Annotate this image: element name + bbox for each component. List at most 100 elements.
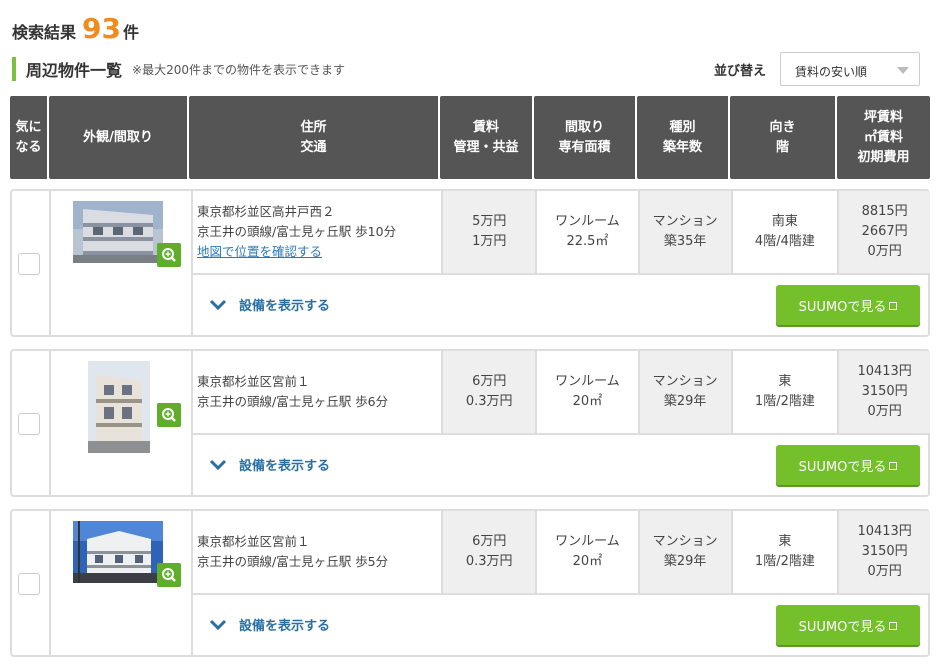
sqm-value: 3150円 bbox=[861, 544, 908, 559]
equipment-label: 設備を表示する bbox=[239, 619, 331, 634]
address-cell: 東京都杉並区高井戸西２ 京王井の頭線/富士見ヶ丘駅 歩10分 地図で位置を確認す… bbox=[193, 191, 444, 273]
result-count: 93 bbox=[82, 12, 121, 45]
initial-value: 0万円 bbox=[867, 404, 902, 419]
col-type: 種別 築年数 bbox=[637, 96, 730, 179]
col-layout: 間取り 専有面積 bbox=[534, 96, 637, 179]
fee-value: 0.3万円 bbox=[465, 394, 513, 409]
type-cell: マンション 築29年 bbox=[639, 351, 733, 433]
listing-actions: 設備を表示する SUUMOで見る bbox=[191, 435, 930, 495]
col-favorite: 気に なる bbox=[10, 96, 49, 179]
listing-details: 東京都杉並区宮前１ 京王井の頭線/富士見ヶ丘駅 歩6分 6万円 0.3万円 ワン… bbox=[191, 351, 930, 435]
area-value: 22.5㎡ bbox=[566, 234, 609, 249]
listing-actions: 設備を表示する SUUMOで見る bbox=[191, 595, 930, 655]
favorite-checkbox[interactable] bbox=[18, 413, 40, 435]
fee-value: 0.3万円 bbox=[465, 554, 513, 569]
access-text: 京王井の頭線/富士見ヶ丘駅 歩5分 bbox=[197, 554, 389, 569]
favorite-cell bbox=[12, 511, 51, 655]
show-equipment-button[interactable]: 設備を表示する bbox=[209, 455, 330, 474]
col-price: 坪賃料 ㎡賃料 初期費用 bbox=[837, 96, 930, 179]
col-address: 住所 交通 bbox=[189, 96, 440, 179]
tsubo-value: 8815円 bbox=[861, 204, 908, 219]
area-value: 20㎡ bbox=[572, 394, 603, 409]
rent-cell: 6万円 0.3万円 bbox=[443, 351, 538, 433]
floor-value: 1階/2階建 bbox=[754, 394, 815, 409]
building-photo[interactable] bbox=[88, 361, 150, 453]
chevron-down-icon bbox=[209, 459, 227, 470]
type-value: マンション bbox=[652, 534, 718, 549]
price-cell: 10413円 3150円 0万円 bbox=[839, 511, 930, 593]
suumo-button[interactable]: SUUMOで見る bbox=[776, 285, 920, 325]
listing-card: 東京都杉並区宮前１ 京王井の頭線/富士見ヶ丘駅 歩5分 6万円 0.3万円 ワン… bbox=[10, 509, 930, 657]
type-cell: マンション 築35年 bbox=[639, 191, 733, 273]
sort-control: 並び替え 賃料の安い順 bbox=[714, 52, 921, 86]
equipment-label: 設備を表示する bbox=[239, 299, 331, 314]
suumo-label: SUUMOで見る bbox=[798, 299, 887, 315]
direction-cell: 東 1階/2階建 bbox=[733, 511, 840, 593]
external-link-icon bbox=[889, 622, 898, 630]
rent-cell: 5万円 1万円 bbox=[443, 191, 538, 273]
building-photo[interactable] bbox=[73, 521, 163, 583]
favorite-checkbox[interactable] bbox=[18, 573, 40, 595]
map-link[interactable]: 地図で位置を確認する bbox=[197, 242, 322, 262]
rent-cell: 6万円 0.3万円 bbox=[443, 511, 538, 593]
external-link-icon bbox=[889, 462, 898, 470]
col-rent: 賃料 管理・共益 bbox=[440, 96, 534, 179]
layout-cell: ワンルーム 20㎡ bbox=[537, 511, 640, 593]
layout-value: ワンルーム bbox=[555, 534, 620, 549]
listing-actions: 設備を表示する SUUMOで見る bbox=[191, 275, 930, 335]
show-equipment-button[interactable]: 設備を表示する bbox=[209, 295, 330, 314]
direction-value: 東 bbox=[778, 534, 792, 549]
listing-card: 東京都杉並区宮前１ 京王井の頭線/富士見ヶ丘駅 歩6分 6万円 0.3万円 ワン… bbox=[10, 349, 930, 497]
equipment-label: 設備を表示する bbox=[239, 459, 331, 474]
result-label: 検索結果 bbox=[12, 23, 77, 42]
photo-cell bbox=[51, 351, 191, 495]
address-cell: 東京都杉並区宮前１ 京王井の頭線/富士見ヶ丘駅 歩6分 bbox=[193, 351, 444, 433]
listing-details: 東京都杉並区高井戸西２ 京王井の頭線/富士見ヶ丘駅 歩10分 地図で位置を確認す… bbox=[191, 191, 930, 275]
direction-cell: 東 1階/2階建 bbox=[733, 351, 840, 433]
access-text: 京王井の頭線/富士見ヶ丘駅 歩6分 bbox=[197, 394, 389, 409]
access-text: 京王井の頭線/富士見ヶ丘駅 歩10分 bbox=[197, 224, 397, 239]
layout-value: ワンルーム bbox=[555, 374, 620, 389]
zoom-icon[interactable] bbox=[157, 403, 181, 427]
chevron-down-icon bbox=[209, 299, 227, 310]
show-equipment-button[interactable]: 設備を表示する bbox=[209, 615, 330, 634]
layout-value: ワンルーム bbox=[555, 214, 620, 229]
chevron-down-icon bbox=[209, 619, 227, 630]
fee-value: 1万円 bbox=[472, 234, 507, 249]
direction-value: 東 bbox=[778, 374, 792, 389]
tsubo-value: 10413円 bbox=[857, 524, 912, 539]
sort-select[interactable]: 賃料の安い順 bbox=[780, 52, 921, 86]
sqm-value: 2667円 bbox=[861, 224, 908, 239]
initial-value: 0万円 bbox=[867, 564, 902, 579]
layout-cell: ワンルーム 22.5㎡ bbox=[537, 191, 640, 273]
age-value: 築29年 bbox=[663, 554, 707, 569]
sqm-value: 3150円 bbox=[861, 384, 908, 399]
tsubo-value: 10413円 bbox=[857, 364, 912, 379]
favorite-cell bbox=[12, 351, 51, 495]
col-direction: 向き階 bbox=[730, 96, 837, 179]
floor-value: 1階/2階建 bbox=[754, 554, 815, 569]
section-accent-bar bbox=[12, 57, 16, 81]
direction-cell: 南東 4階/4階建 bbox=[733, 191, 840, 273]
address-text: 東京都杉並区宮前１ bbox=[197, 534, 310, 549]
favorite-checkbox[interactable] bbox=[18, 253, 40, 275]
suumo-label: SUUMOで見る bbox=[798, 459, 887, 475]
suumo-button[interactable]: SUUMOで見る bbox=[776, 445, 920, 485]
table-header: 気に なる 外観/間取り 住所 交通 賃料 管理・共益 間取り 専有面積 種別 築年数 向… bbox=[10, 96, 930, 179]
suumo-button[interactable]: SUUMOで見る bbox=[776, 605, 920, 645]
age-value: 築35年 bbox=[663, 234, 707, 249]
initial-value: 0万円 bbox=[867, 244, 902, 259]
chevron-down-icon bbox=[897, 67, 910, 74]
result-unit: 件 bbox=[122, 23, 139, 42]
section-note: ※最大200件までの物件を表示できます bbox=[132, 62, 345, 77]
sort-value: 賃料の安い順 bbox=[795, 65, 868, 79]
building-photo[interactable] bbox=[73, 201, 163, 263]
zoom-icon[interactable] bbox=[157, 563, 181, 587]
price-cell: 8815円 2667円 0万円 bbox=[839, 191, 930, 273]
suumo-label: SUUMOで見る bbox=[798, 619, 887, 635]
zoom-icon[interactable] bbox=[157, 243, 181, 267]
address-text: 東京都杉並区宮前１ bbox=[197, 374, 310, 389]
sort-label: 並び替え bbox=[714, 63, 767, 79]
section-title: 周辺物件一覧 bbox=[26, 61, 123, 80]
listing-details: 東京都杉並区宮前１ 京王井の頭線/富士見ヶ丘駅 歩5分 6万円 0.3万円 ワン… bbox=[191, 511, 930, 595]
